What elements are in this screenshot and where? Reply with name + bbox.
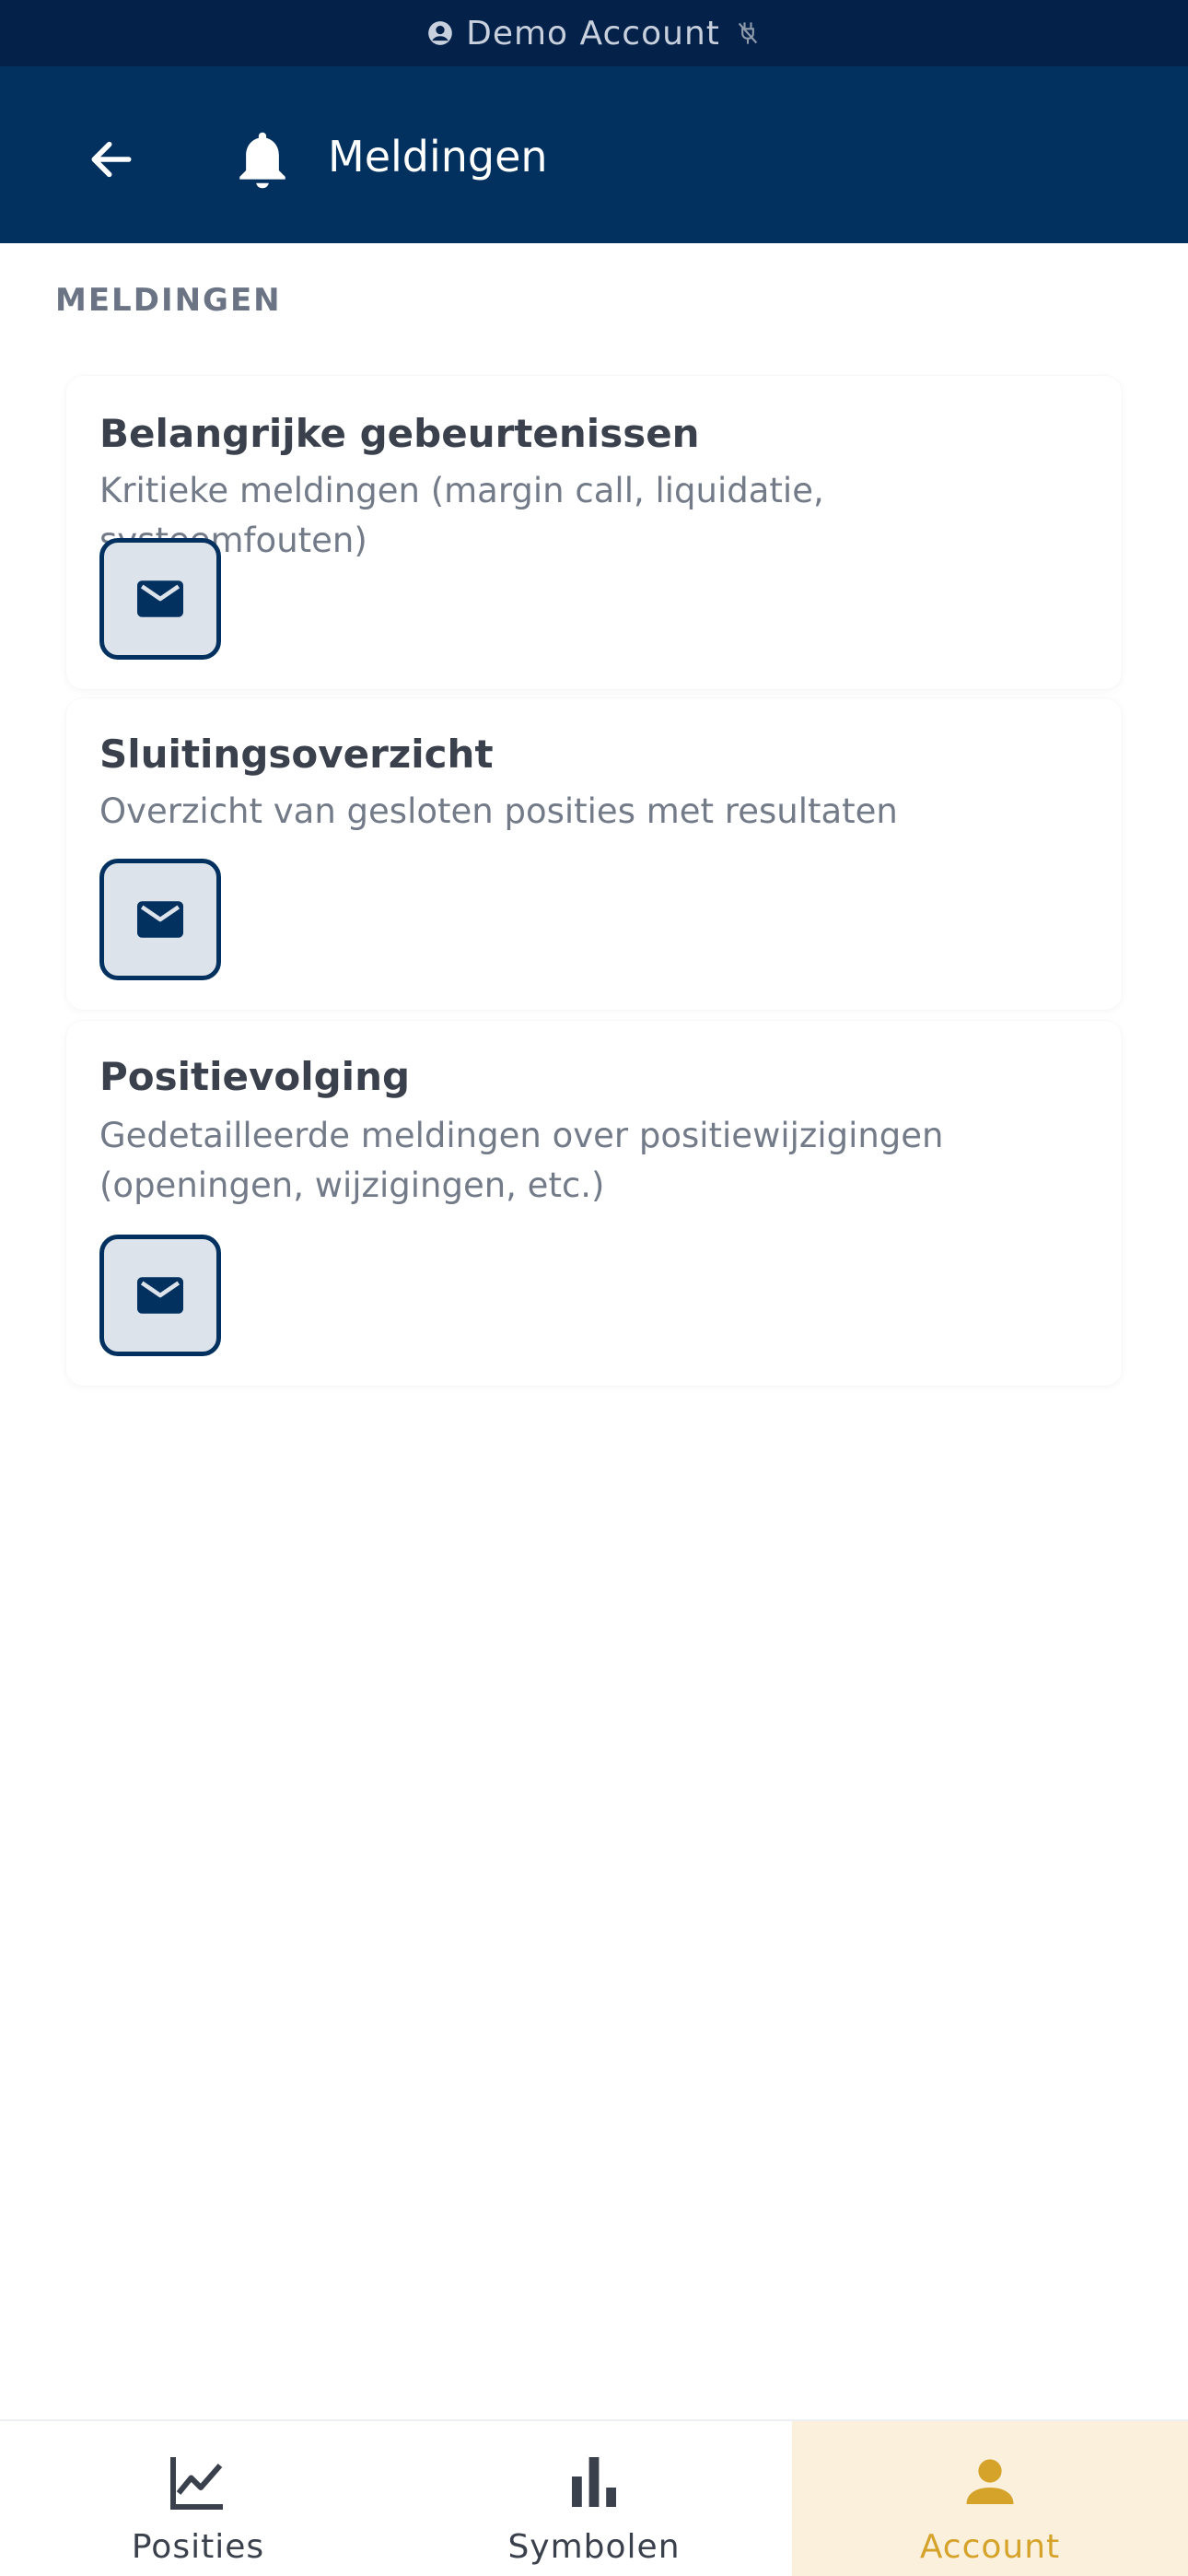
card-title: Belangrijke gebeurtenissen <box>99 411 700 456</box>
notification-card: Belangrijke gebeurtenissen Kritieke meld… <box>66 376 1122 689</box>
card-title: Sluitingsoverzicht <box>99 732 494 777</box>
nav-label: Posities <box>131 2528 265 2566</box>
account-mode-label: Demo Account <box>466 14 720 53</box>
line-chart-icon <box>170 2457 223 2510</box>
notification-card: Positievolging Gedetailleerde meldingen … <box>66 1021 1122 1386</box>
card-title: Positievolging <box>99 1054 411 1099</box>
bar-chart-icon <box>572 2457 616 2507</box>
app-header: Meldingen <box>0 66 1188 243</box>
page-title: Meldingen <box>328 132 548 181</box>
nav-label: Symbolen <box>507 2528 681 2566</box>
nav-item-posities[interactable]: Posities <box>0 2421 396 2576</box>
email-channel-toggle[interactable] <box>99 859 221 980</box>
status-bar: Demo Account <box>0 0 1188 66</box>
card-description: Gedetailleerde meldingen over positiewij… <box>99 1116 944 1205</box>
bottom-navigation: Posities Symbolen Account <box>0 2419 1188 2576</box>
nav-item-account[interactable]: Account <box>792 2421 1188 2576</box>
nav-label: Account <box>919 2528 1061 2566</box>
mail-icon <box>137 580 183 617</box>
bell-icon <box>239 132 285 189</box>
email-channel-toggle[interactable] <box>99 538 221 660</box>
offline-icon <box>738 22 757 44</box>
mail-icon <box>137 1277 183 1314</box>
card-description: Kritieke meldingen (margin call, liquida… <box>99 471 824 560</box>
back-button[interactable] <box>72 120 151 199</box>
mail-icon <box>137 901 183 938</box>
email-channel-toggle[interactable] <box>99 1235 221 1356</box>
arrow-left-icon <box>91 141 132 178</box>
account-circle-icon <box>428 21 452 45</box>
notification-card: Sluitingsoverzicht Overzicht van geslote… <box>66 698 1122 1010</box>
nav-item-symbolen[interactable]: Symbolen <box>396 2421 792 2576</box>
section-heading: MELDINGEN <box>55 282 282 319</box>
card-description: Overzicht van gesloten posities met resu… <box>99 791 898 831</box>
person-icon <box>966 2459 1014 2504</box>
app-root: Demo Account Meldingen MELDINGEN Belangr… <box>0 0 1188 2576</box>
